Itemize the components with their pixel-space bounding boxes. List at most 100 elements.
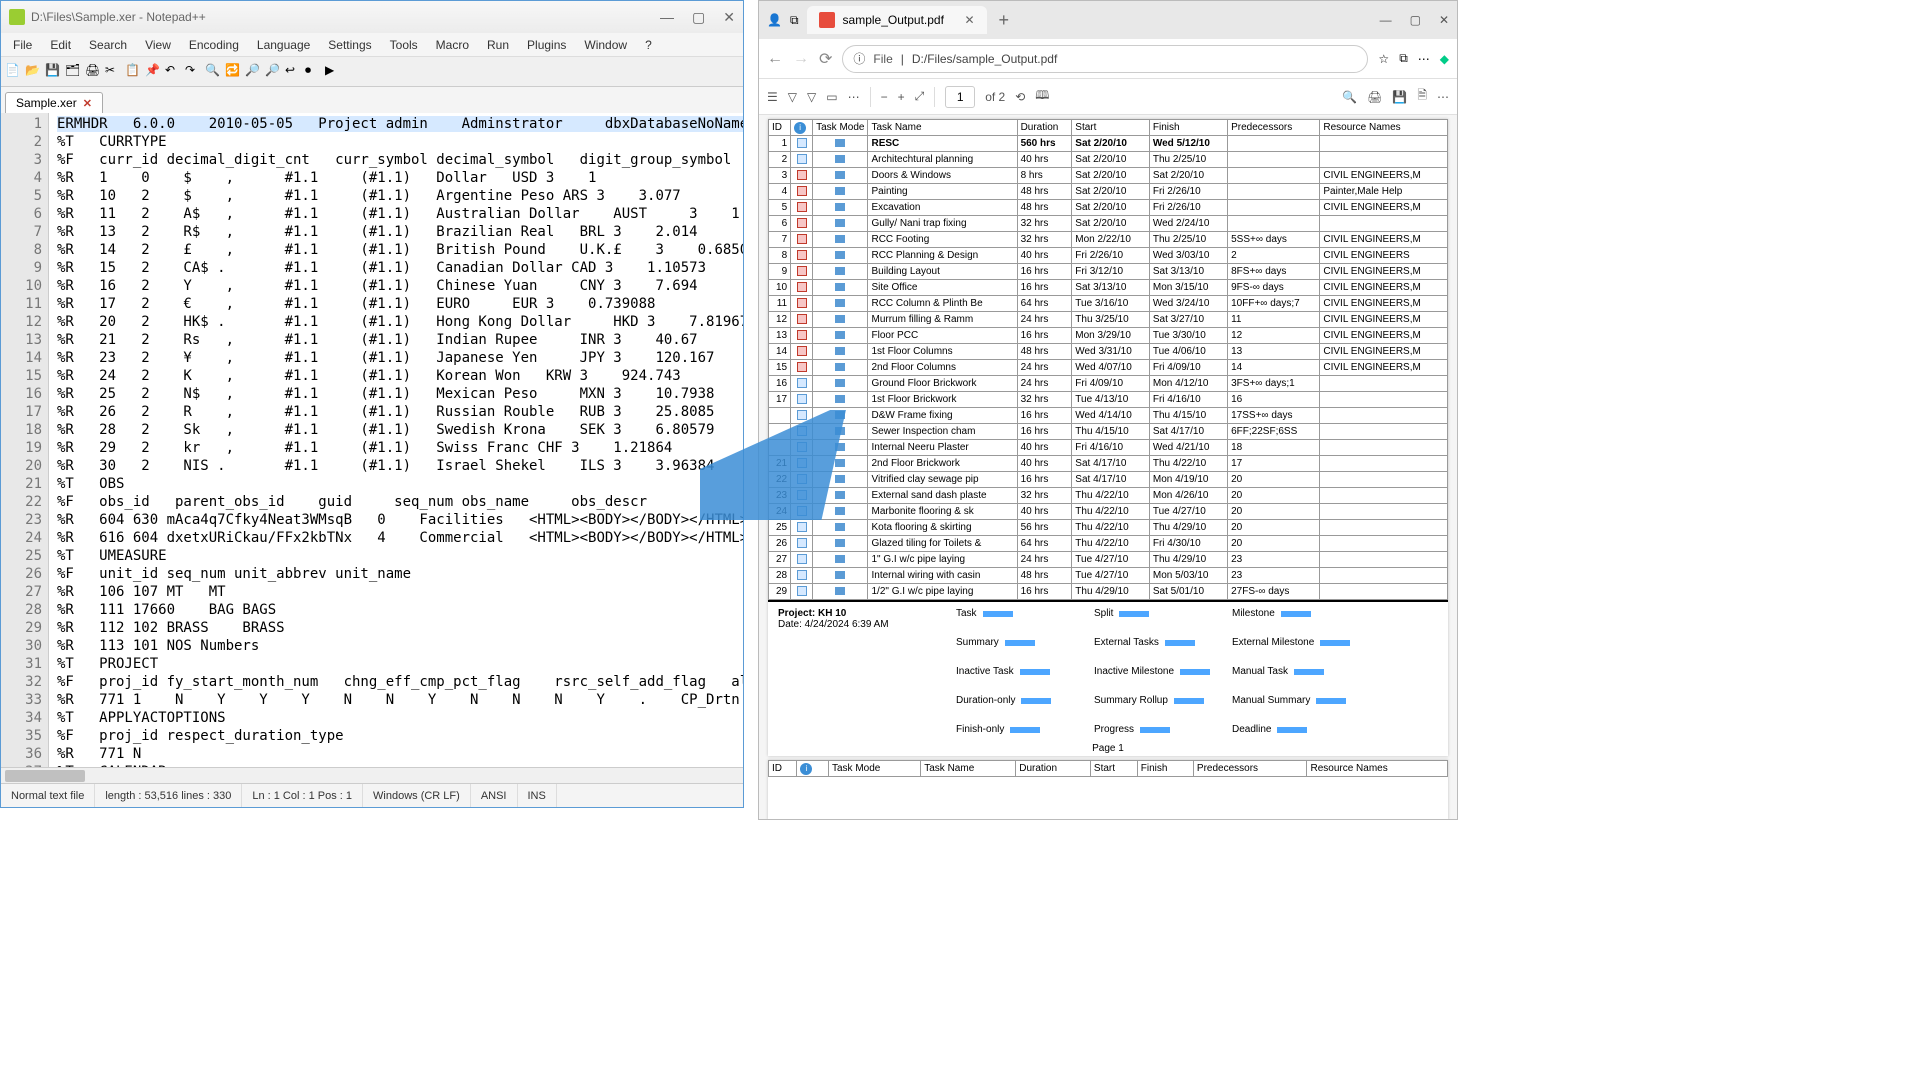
fit-page-icon[interactable]: ⤢ [915, 89, 925, 104]
notepad-app-icon [9, 9, 25, 25]
table-row: 152nd Floor Columns24 hrsWed 4/07/10Fri … [769, 360, 1448, 376]
redo-icon[interactable]: ↷ [185, 63, 203, 81]
undo-icon[interactable]: ↶ [165, 63, 183, 81]
legend-item: Duration-only [956, 695, 1076, 706]
profile-icon[interactable]: 👤 [767, 13, 782, 27]
menu-search[interactable]: Search [81, 36, 135, 54]
new-file-icon[interactable]: 📄 [5, 63, 23, 81]
address-bar[interactable]: ⓘ File | D:/Files/sample_Output.pdf [842, 45, 1368, 73]
editor-area: 1234567891011121314151617181920212223242… [1, 113, 743, 767]
maximize-button[interactable]: ▢ [692, 9, 705, 26]
browser-tab[interactable]: sample_Output.pdf ✕ [807, 6, 987, 34]
cut-icon[interactable]: ✂ [105, 63, 123, 81]
wrap-icon[interactable]: ↩ [285, 63, 303, 81]
notepad-statusbar: Normal text file length : 53,516 lines :… [1, 783, 743, 807]
tab-close-icon[interactable]: ✕ [964, 13, 974, 27]
legend-item: External Tasks [1094, 637, 1214, 648]
table-row: 25Kota flooring & skirting56 hrsThu 4/22… [769, 520, 1448, 536]
file-tab[interactable]: Sample.xer ✕ [5, 92, 103, 113]
save-icon[interactable]: 💾 [1392, 90, 1407, 104]
search-icon[interactable]: 🔍 [1342, 90, 1357, 104]
table-row: 271" G.I w/c pipe laying24 hrsTue 4/27/1… [769, 552, 1448, 568]
print-icon[interactable]: 🖨 [85, 63, 103, 81]
rotate-icon[interactable]: ⟲ [1015, 90, 1025, 104]
status-filetype: Normal text file [1, 784, 95, 807]
legend-item: Summary Rollup [1094, 695, 1214, 706]
new-tab-button[interactable]: + [995, 10, 1014, 31]
menu-view[interactable]: View [137, 36, 179, 54]
pdf-page-1: IDiTask ModeTask NameDurationStartFinish… [768, 119, 1448, 756]
table-row: 10Site Office16 hrsSat 3/13/10Mon 3/15/1… [769, 280, 1448, 296]
status-length: length : 53,516 lines : 330 [95, 784, 242, 807]
highlight-icon[interactable]: ▽ [788, 90, 797, 104]
print-icon[interactable]: 🖨 [1367, 90, 1382, 104]
menu-window[interactable]: Window [576, 36, 635, 54]
minimize-button[interactable]: — [660, 9, 674, 26]
settings-icon[interactable]: ⋯ [1437, 90, 1449, 104]
status-ins: INS [518, 784, 557, 807]
open-file-icon[interactable]: 📂 [25, 63, 43, 81]
replace-icon[interactable]: 🔁 [225, 63, 243, 81]
collections-icon[interactable]: ⧉ [790, 13, 799, 28]
page-view-icon[interactable]: ▭ [826, 90, 837, 104]
paste-icon[interactable]: 📌 [145, 63, 163, 81]
horizontal-scrollbar[interactable] [1, 767, 743, 783]
table-row: 16Ground Floor Brickwork24 hrsFri 4/09/1… [769, 376, 1448, 392]
forward-button[interactable]: → [793, 50, 809, 68]
favorite-icon[interactable]: ☆ [1378, 52, 1389, 66]
table-row: 11RCC Column & Plinth Be64 hrsTue 3/16/1… [769, 296, 1448, 312]
menu-icon[interactable]: ⋯ [1418, 52, 1430, 66]
table-row: 8RCC Planning & Design40 hrsFri 2/26/10W… [769, 248, 1448, 264]
notepad-tabstrip: Sample.xer ✕ [1, 87, 743, 113]
edge-tabstrip: 👤 ⧉ sample_Output.pdf ✕ + — ▢ ✕ [759, 1, 1457, 39]
menu-tools[interactable]: Tools [382, 36, 426, 54]
file-badge-icon: ⓘ [853, 50, 865, 67]
legend-item: Manual Summary [1232, 695, 1352, 706]
menu-edit[interactable]: Edit [42, 36, 79, 54]
refresh-button[interactable]: ⟳ [819, 49, 832, 69]
zoom-out-button[interactable]: − [881, 90, 888, 104]
draw-icon[interactable]: ▽ [807, 90, 816, 104]
play-icon[interactable]: ▶ [325, 63, 343, 81]
close-button[interactable]: ✕ [1439, 13, 1449, 27]
status-eol: Windows (CR LF) [363, 784, 471, 807]
maximize-button[interactable]: ▢ [1410, 13, 1421, 27]
minimize-button[interactable]: — [1380, 13, 1392, 27]
more-icon[interactable]: ⋯ [848, 90, 860, 104]
find-icon[interactable]: 🔍 [205, 63, 223, 81]
zoom-out-icon[interactable]: 🔎 [265, 63, 283, 81]
scroll-thumb[interactable] [5, 770, 85, 782]
menu-file[interactable]: File [5, 36, 40, 54]
read-aloud-icon[interactable]: 🕮 [1035, 86, 1049, 107]
legend-item: Task [956, 608, 1076, 619]
page-total: of 2 [985, 90, 1005, 104]
close-button[interactable]: ✕ [723, 9, 735, 26]
pdf-viewport[interactable]: IDiTask ModeTask NameDurationStartFinish… [759, 115, 1457, 819]
split-screen-icon[interactable]: ⧉ [1399, 51, 1408, 66]
copy-icon[interactable]: 📋 [125, 63, 143, 81]
table-row: 141st Floor Columns48 hrsWed 3/31/10Tue … [769, 344, 1448, 360]
tab-close-icon[interactable]: ✕ [83, 97, 92, 110]
back-button[interactable]: ← [767, 50, 783, 68]
save-icon[interactable]: 💾 [45, 63, 63, 81]
menu-run[interactable]: Run [479, 36, 517, 54]
menu-settings[interactable]: Settings [320, 36, 379, 54]
zoom-in-button[interactable]: + [898, 90, 905, 104]
legend-item: Finish-only [956, 724, 1076, 735]
table-row: 1RESC560 hrsSat 2/20/10Wed 5/12/10 [769, 136, 1448, 152]
code-content[interactable]: ERMHDR 6.0.0 2010-05-05 Project admin Ad… [49, 113, 743, 767]
menu-plugins[interactable]: Plugins [519, 36, 574, 54]
copilot-icon[interactable]: ◆ [1440, 52, 1449, 66]
save-as-icon[interactable]: 🗎 [1417, 86, 1427, 107]
save-all-icon[interactable]: 🗂 [65, 63, 83, 81]
record-icon[interactable]: ⏺ [305, 63, 323, 81]
menu-macro[interactable]: Macro [428, 36, 477, 54]
menu-encoding[interactable]: Encoding [181, 36, 247, 54]
legend-item: Milestone [1232, 608, 1352, 619]
menu-language[interactable]: Language [249, 36, 318, 54]
contents-icon[interactable]: ☰ [767, 90, 778, 104]
tab-label: Sample.xer [16, 96, 77, 110]
zoom-in-icon[interactable]: 🔎 [245, 63, 263, 81]
page-input[interactable] [945, 86, 975, 108]
menu-?[interactable]: ? [637, 36, 660, 54]
